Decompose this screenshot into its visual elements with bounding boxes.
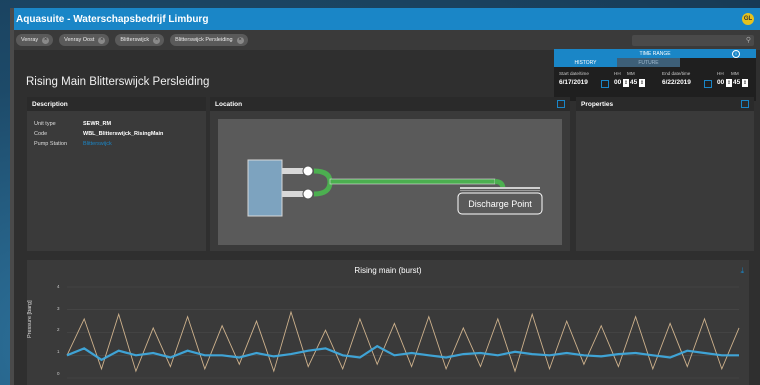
page-title: Rising Main Blitterswijck Persleiding (26, 76, 210, 88)
pipe-stub (282, 191, 304, 197)
close-icon[interactable]: × (153, 36, 161, 44)
pipe-stub (282, 168, 304, 174)
location-panel: Location Discharge Point (210, 97, 570, 251)
properties-header: Properties (576, 97, 754, 111)
app-title: Aquasuite - Waterschapsbedrijf Limburg (16, 13, 209, 25)
description-panel: Description Unit type SEWR_RM Code WBL_B… (27, 97, 206, 251)
time-range-fields: Start date/time HH MM End date/time HH M… (554, 67, 756, 99)
chip-label: Blitterswijck Persleiding (175, 37, 233, 43)
app-window: Aquasuite - Waterschapsbedrijf Limburg G… (10, 8, 760, 385)
avatar[interactable]: GL (742, 13, 754, 25)
tab-future[interactable]: FUTURE (617, 58, 680, 67)
panel-title: Properties (581, 100, 614, 108)
chart-panel: Rising main (burst) ⤓ Pressure [barg] 4 … (27, 260, 749, 385)
stepper-icon[interactable]: ⇕ (639, 79, 645, 87)
filter-chip[interactable]: Blitterswijck × (115, 34, 165, 46)
start-label: Start date/time (559, 71, 589, 76)
wet-well (247, 159, 283, 217)
row-value: WBL_Blitterswijck_RisingMain (83, 131, 164, 137)
panel-title: Location (215, 100, 243, 108)
end-mm-field[interactable]: 45 (733, 79, 740, 86)
series-line-1 (66, 310, 740, 373)
time-range-header: TIME RANGE i (554, 49, 756, 58)
location-header: Location (210, 97, 570, 111)
row-key: Pump Station (34, 141, 68, 147)
row-key: Unit type (34, 121, 56, 127)
calendar-icon[interactable] (704, 80, 712, 88)
info-icon[interactable]: i (732, 50, 740, 58)
stepper-icon[interactable]: ⇕ (726, 79, 732, 87)
start-date-field[interactable]: 6/17/2019 (559, 79, 588, 86)
start-hh-label: HH (614, 71, 621, 76)
app-header: Aquasuite - Waterschapsbedrijf Limburg G… (10, 8, 760, 30)
description-row: Pump Station Blitterswijck (34, 141, 206, 147)
end-mm-label: MM (731, 71, 739, 76)
stepper-icon[interactable]: ⇕ (623, 79, 629, 87)
start-mm-label: MM (627, 71, 635, 76)
location-diagram: Discharge Point (218, 119, 562, 245)
close-icon[interactable]: × (98, 36, 106, 44)
pump-station-link[interactable]: Blitterswijck (83, 141, 112, 147)
close-icon[interactable]: × (236, 36, 244, 44)
filter-chip[interactable]: Venray × (16, 34, 54, 46)
calendar-icon[interactable] (601, 80, 609, 88)
discharge-grate (460, 187, 540, 189)
start-hh-field[interactable]: 00 (614, 79, 621, 86)
end-date-field[interactable]: 6/22/2019 (662, 79, 691, 86)
discharge-label: Discharge Point (468, 199, 532, 209)
properties-panel: Properties (576, 97, 754, 251)
time-range-tabs: HISTORY FUTURE (554, 58, 756, 67)
description-row: Unit type SEWR_RM (34, 121, 206, 127)
search-input[interactable]: ⚲ (632, 34, 754, 46)
row-key: Code (34, 131, 48, 137)
end-label: End date/time (662, 71, 691, 76)
end-hh-field[interactable]: 00 (717, 79, 724, 86)
search-icon[interactable]: ⚲ (746, 36, 751, 44)
panel-title: Description (27, 97, 206, 111)
filter-bar: Venray × Venray Oost × Blitterswijck × Blit… (10, 30, 760, 50)
series-line-0 (66, 344, 739, 362)
filter-chip[interactable]: Venray Oost × (59, 34, 110, 46)
filter-chip[interactable]: Blitterswijck Persleiding × (170, 34, 248, 46)
external-link-icon[interactable] (741, 100, 749, 108)
discharge-grate-line (460, 190, 540, 191)
row-value: SEWR_RM (83, 121, 112, 127)
scrollbar[interactable] (10, 8, 14, 385)
pump-icon (302, 165, 314, 177)
chip-label: Blitterswijck (120, 37, 150, 43)
time-range-panel: TIME RANGE i HISTORY FUTURE Start date/t… (554, 49, 756, 101)
start-mm-field[interactable]: 45 (630, 79, 637, 86)
time-range-title: TIME RANGE (639, 50, 671, 57)
end-hh-label: HH (717, 71, 724, 76)
page-header: Rising Main Blitterswijck Persleiding TI… (10, 49, 760, 101)
description-row: Code WBL_Blitterswijck_RisingMain (34, 131, 206, 137)
pump-icon (302, 188, 314, 200)
external-link-icon[interactable] (557, 100, 565, 108)
chip-label: Venray Oost (64, 37, 95, 43)
rising-main-pipe (329, 178, 496, 185)
chart-plot (66, 286, 740, 379)
chip-label: Venray (21, 37, 39, 43)
close-icon[interactable]: × (42, 36, 50, 44)
tab-history[interactable]: HISTORY (554, 58, 617, 67)
stepper-icon[interactable]: ⇕ (742, 79, 748, 87)
